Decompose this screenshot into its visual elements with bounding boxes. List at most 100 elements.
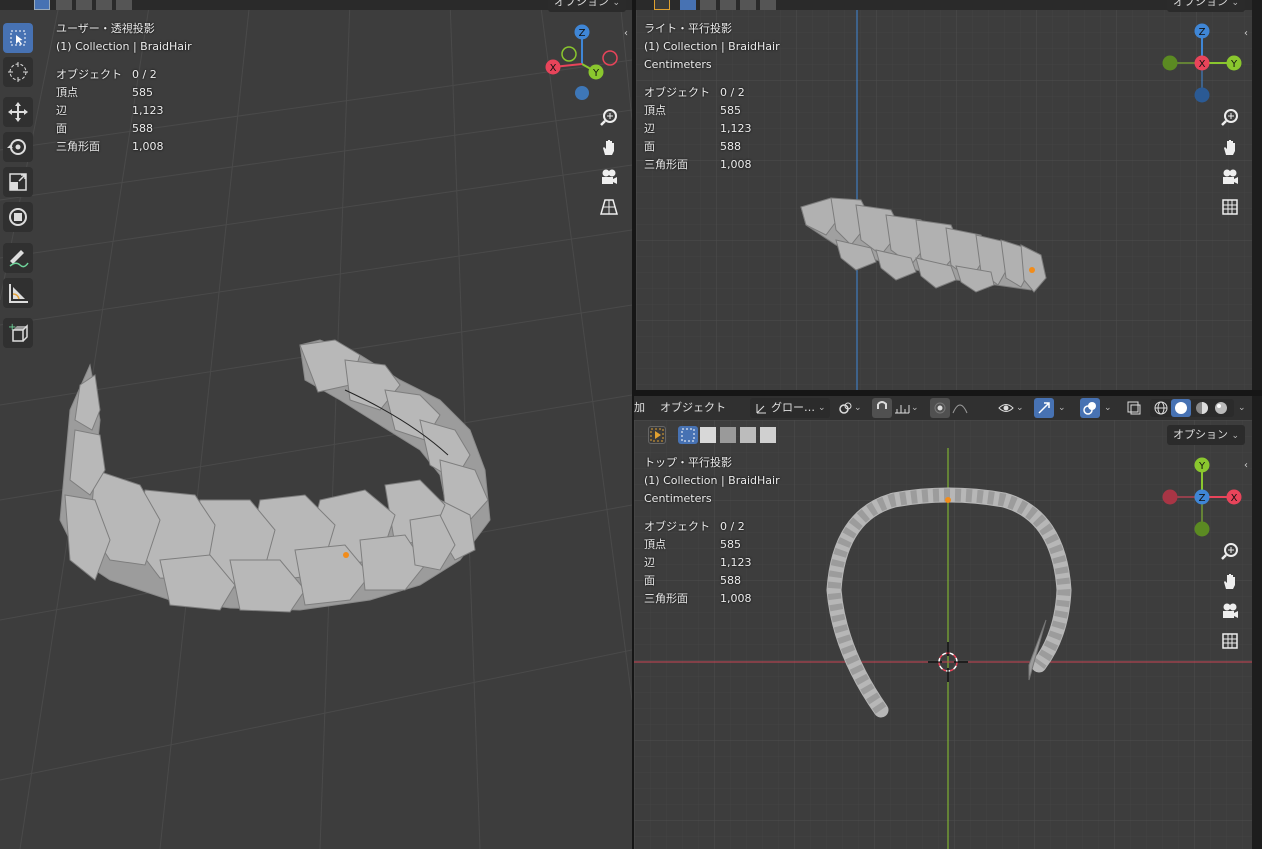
pivot-dropdown[interactable]: ⌄ [838,398,868,418]
units-label: Centimeters [644,58,712,71]
options-button-right-top[interactable]: オプション ⌄ [1167,0,1246,12]
visibility-dropdown[interactable]: ⌄ [998,398,1030,418]
zoom-button-left[interactable] [596,104,622,130]
cursor-tool[interactable] [3,57,33,87]
stat-edges-label: 辺 [644,556,655,569]
add-cube-tool[interactable]: + [3,318,33,348]
select-mode-extend-icon[interactable] [700,427,716,443]
select-mode-extend-icon[interactable] [700,0,716,10]
stat-vertices-label: 頂点 [644,104,666,117]
shading-dropdown-arrow[interactable]: ⌄ [1238,396,1246,420]
viewport-right-bottom[interactable]: オプション ⌄ トップ・平行投影 (1) Collection | BraidH… [634,420,1252,849]
stat-faces-label: 面 [56,122,67,135]
overlays-toggle[interactable] [1080,398,1100,418]
pan-button-right-top[interactable] [1217,134,1243,160]
options-label: オプション [1173,428,1228,441]
overlays-dropdown-arrow[interactable]: ⌄ [1104,396,1112,420]
grid-button-left[interactable] [596,194,622,220]
solid-shading-button[interactable] [1171,399,1191,417]
select-mode-new-icon[interactable] [680,0,696,10]
viewport-left[interactable]: オプション ⌄ ユーザー・透視投影 (1) Collection | Braid… [0,0,632,849]
left-header [0,0,632,10]
select-mode-new[interactable] [678,426,698,444]
nav-gizmo-right-top[interactable]: Z Y X [1158,20,1248,106]
mode-toggle[interactable] [648,426,666,444]
mode-toggle-icon[interactable] [654,0,670,10]
collapse-arrow-left[interactable]: ‹ [624,28,628,39]
grid-icon [600,199,618,215]
select-mode-intersect-icon[interactable] [760,0,776,10]
proportional-edit-toggle[interactable] [930,398,950,418]
stat-vertices-value: 585 [720,538,741,551]
scale-tool[interactable] [3,167,33,197]
add-menu[interactable]: 加 [634,396,645,420]
select-mode-intersect-icon[interactable] [760,427,776,443]
stat-objects-label: オブジェクト [644,86,710,99]
nav-gizmo-right-bottom[interactable]: Y X Z [1158,454,1248,540]
pan-button-left[interactable] [596,134,622,160]
zoom-button-right-bottom[interactable] [1217,538,1243,564]
viewport-right-top[interactable]: オプション ⌄ ライト・平行投影 (1) Collection | BraidH… [636,0,1252,390]
select-mode-subtract-icon[interactable] [720,427,736,443]
view-name: ユーザー・透視投影 [56,22,155,35]
object-menu[interactable]: オブジェクト [660,396,726,420]
select-mode-new-icon[interactable] [34,0,50,10]
snap-toggle[interactable] [872,398,892,418]
gizmo-toggle[interactable] [1034,398,1054,418]
falloff-dropdown[interactable] [952,398,980,418]
magnet-icon [877,401,887,409]
move-tool[interactable] [3,97,33,127]
xray-toggle[interactable] [1124,398,1144,418]
camera-button-right-top[interactable] [1217,164,1243,190]
gizmo-z-label: Z [1199,27,1206,38]
material-shading-icon[interactable] [1195,401,1209,415]
select-mode-subtract-icon[interactable] [76,0,92,10]
view-name: トップ・平行投影 [644,456,732,469]
rotate-tool[interactable] [3,132,33,162]
transform-icon [9,208,27,226]
view-name: ライト・平行投影 [644,22,732,35]
stat-objects-label: オブジェクト [56,68,122,81]
measure-tool[interactable] [3,278,33,308]
select-mode-difference-icon[interactable] [740,0,756,10]
camera-button-right-bottom[interactable] [1217,598,1243,624]
zoom-button-right-top[interactable] [1217,104,1243,130]
options-button-left[interactable]: オプション ⌄ [548,0,627,12]
proportional-edit-icon [934,402,946,414]
select-box-tool[interactable] [3,23,33,53]
collapse-arrow-right-bottom[interactable]: ‹ [1244,460,1248,471]
annotate-tool[interactable] [3,243,33,273]
rendered-shading-icon[interactable] [1214,401,1228,415]
select-mode-difference-icon[interactable] [96,0,112,10]
stat-triangles-label: 三角形面 [644,592,688,605]
right-edge [1252,0,1262,849]
collapse-arrow-right-top[interactable]: ‹ [1244,28,1248,39]
select-mode-extend-icon[interactable] [56,0,72,10]
grid-button-right-bottom[interactable] [1217,628,1243,654]
wireframe-shading-icon[interactable] [1154,401,1168,415]
select-mode-subtract-icon[interactable] [720,0,736,10]
options-button-right-bottom[interactable]: オプション ⌄ [1167,425,1246,445]
gizmo-z-label: Z [1199,493,1206,504]
transform-orientation-dropdown[interactable]: グロー… ⌄ [750,398,830,418]
gizmo-dropdown-arrow[interactable]: ⌄ [1058,396,1066,420]
stat-faces-value: 588 [132,122,153,135]
select-mode-difference-icon[interactable] [740,427,756,443]
viewport-header-bar: 加 オブジェクト グロー… ⌄ ⌄ ⌄ ⌄ ⌄ ⌄ ⌄ [634,396,1252,420]
view-info-right-top: ライト・平行投影 (1) Collection | BraidHair Cent… [644,20,780,74]
stat-objects-label: オブジェクト [644,520,710,533]
grid-button-right-top[interactable] [1217,194,1243,220]
gizmo-y-label: Y [1198,461,1206,472]
stat-faces-value: 588 [720,140,741,153]
pan-button-right-bottom[interactable] [1217,568,1243,594]
nav-gizmo-left[interactable]: Z Y X [540,20,620,105]
options-label: オプション [1173,0,1228,8]
camera-icon [1223,603,1238,618]
snap-target-dropdown[interactable]: ⌄ [894,398,922,418]
select-mode-intersect-icon[interactable] [116,0,132,10]
solid-shading-icon [1175,402,1187,414]
grid-icon [1222,199,1238,215]
camera-button-left[interactable] [596,164,622,190]
gizmo-x-label: X [1199,59,1206,70]
transform-tool[interactable] [3,202,33,232]
